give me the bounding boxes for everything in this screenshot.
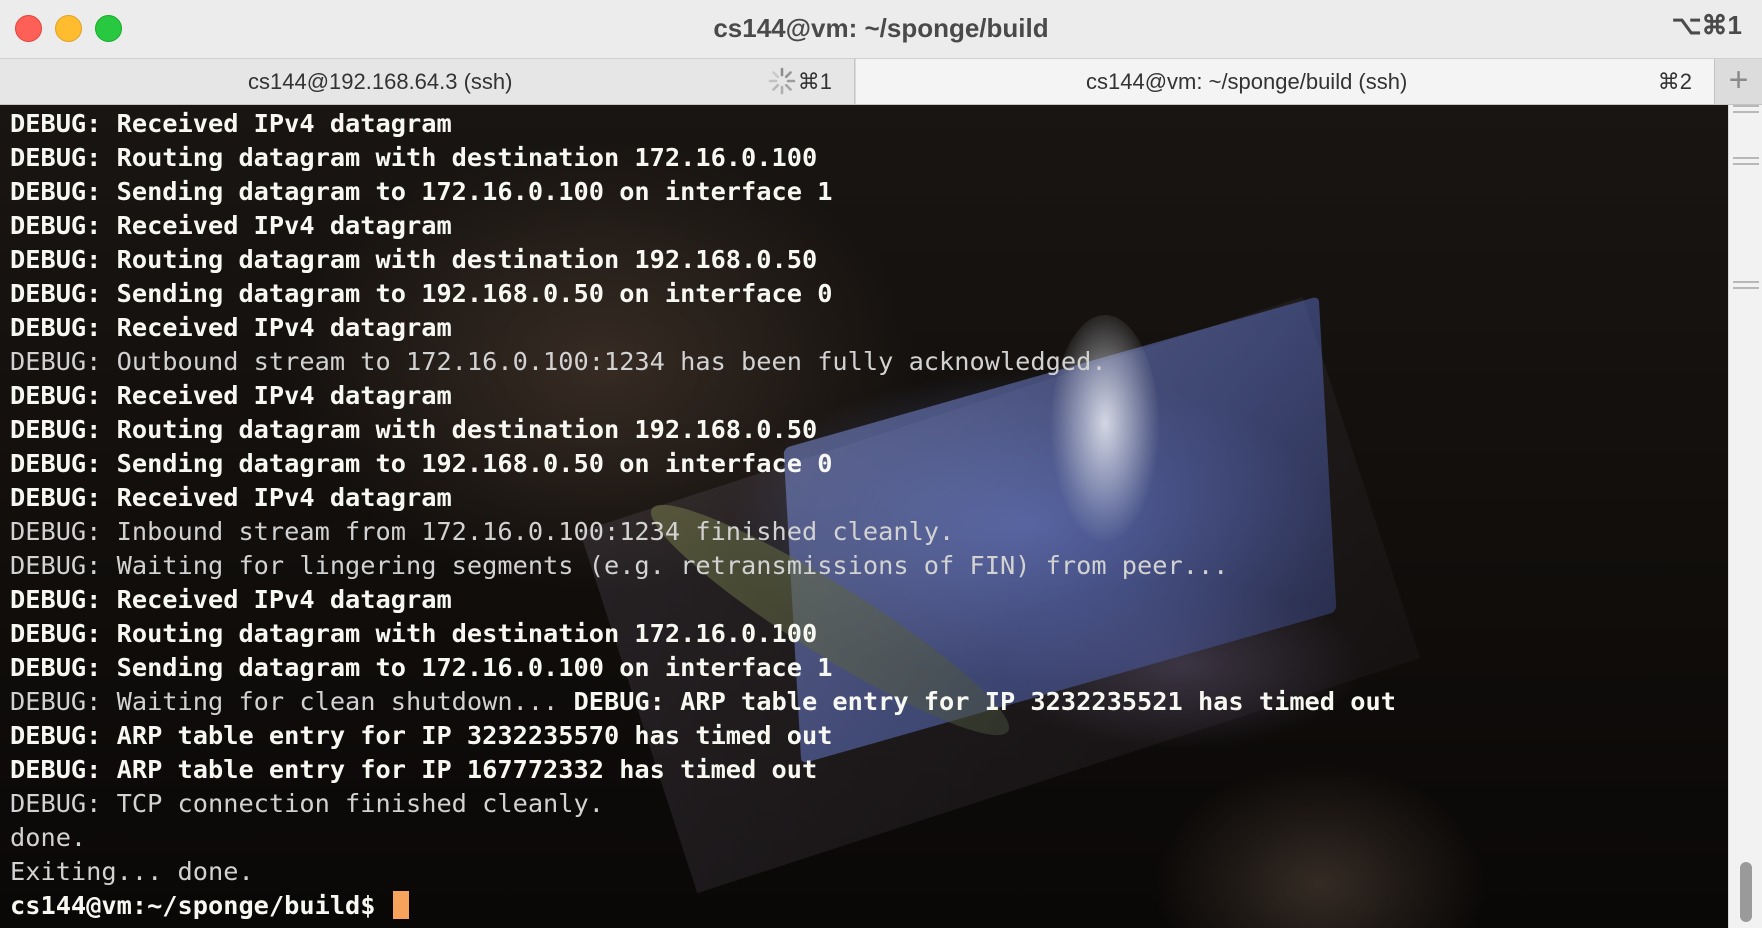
shell-prompt: cs144@vm:~/sponge/build$ <box>10 891 391 920</box>
terminal-line-text: DEBUG: Received IPv4 datagram <box>10 585 452 614</box>
terminal-line-text: DEBUG: Waiting for lingering segments (e… <box>10 551 1229 580</box>
terminal-line: DEBUG: Waiting for lingering segments (e… <box>10 549 1396 583</box>
loading-spinner-icon <box>768 67 796 95</box>
terminal-line-text: DEBUG: Received IPv4 datagram <box>10 211 452 240</box>
terminal-line: done. <box>10 821 1396 855</box>
tab-bar: cs144@192.168.64.3 (ssh) ⌘1 cs144@vm: ~/… <box>0 59 1762 105</box>
terminal-line: DEBUG: Routing datagram with destination… <box>10 617 1396 651</box>
terminal-line: DEBUG: Routing datagram with destination… <box>10 141 1396 175</box>
tab-shortcut: ⌘2 <box>1657 69 1692 94</box>
terminal-line-text: DEBUG: Routing datagram with destination… <box>10 415 818 444</box>
terminal-line: DEBUG: Routing datagram with destination… <box>10 413 1396 447</box>
terminal-line-text: DEBUG: TCP connection finished cleanly. <box>10 789 604 818</box>
terminal-line-text: DEBUG: ARP table entry for IP 167772332 … <box>10 755 818 784</box>
window-title: cs144@vm: ~/sponge/build <box>713 13 1049 43</box>
terminal-line-text: DEBUG: Received IPv4 datagram <box>10 381 452 410</box>
scrollbar[interactable] <box>1728 105 1762 928</box>
terminal-line: DEBUG: Sending datagram to 192.168.0.50 … <box>10 447 1396 481</box>
terminal-line: DEBUG: Outbound stream to 172.16.0.100:1… <box>10 345 1396 379</box>
new-tab-button[interactable]: + <box>1714 59 1762 104</box>
terminal-line-text: DEBUG: Received IPv4 datagram <box>10 109 452 138</box>
terminal-line-text: DEBUG: Sending datagram to 172.16.0.100 … <box>10 653 833 682</box>
scroll-mark <box>1733 157 1759 159</box>
terminal-line-text: DEBUG: Received IPv4 datagram <box>10 313 452 342</box>
terminal-line-text: DEBUG: Sending datagram to 172.16.0.100 … <box>10 177 833 206</box>
scroll-mark <box>1733 281 1759 283</box>
terminal-line-text: DEBUG: Sending datagram to 192.168.0.50 … <box>10 449 833 478</box>
title-bar: cs144@vm: ~/sponge/build ⌥⌘1 <box>0 0 1762 59</box>
terminal-line: DEBUG: TCP connection finished cleanly. <box>10 787 1396 821</box>
scroll-mark <box>1733 163 1759 165</box>
terminal-line: DEBUG: ARP table entry for IP 167772332 … <box>10 753 1396 787</box>
terminal-line: DEBUG: Routing datagram with destination… <box>10 243 1396 277</box>
terminal-line: DEBUG: Waiting for clean shutdown... DEB… <box>10 685 1396 719</box>
shell-prompt-line[interactable]: cs144@vm:~/sponge/build$ <box>10 889 1396 923</box>
terminal-line: DEBUG: Sending datagram to 192.168.0.50 … <box>10 277 1396 311</box>
terminal-line-text: DEBUG: Routing datagram with destination… <box>10 143 818 172</box>
scroll-thumb[interactable] <box>1740 862 1752 922</box>
terminal-line: DEBUG: Sending datagram to 172.16.0.100 … <box>10 175 1396 209</box>
terminal-line: DEBUG: Received IPv4 datagram <box>10 481 1396 515</box>
terminal-line-text: done. <box>10 823 87 852</box>
terminal-line: DEBUG: ARP table entry for IP 3232235570… <box>10 719 1396 753</box>
terminal-line-text: DEBUG: Outbound stream to 172.16.0.100:1… <box>10 347 1107 376</box>
tab-label: cs144@192.168.64.3 (ssh) <box>248 69 513 94</box>
scroll-mark <box>1733 287 1759 289</box>
terminal-line: DEBUG: Sending datagram to 172.16.0.100 … <box>10 651 1396 685</box>
terminal-output[interactable]: DEBUG: Received IPv4 datagram DEBUG: Rout… <box>0 105 1728 928</box>
terminal-line-text: Exiting... done. <box>10 857 254 886</box>
terminal-line: Exiting... done. <box>10 855 1396 889</box>
scroll-mark <box>1733 105 1759 107</box>
terminal-line-text: DEBUG: Sending datagram to 192.168.0.50 … <box>10 279 833 308</box>
terminal-line-text: DEBUG: Received IPv4 datagram <box>10 483 452 512</box>
scroll-mark <box>1733 111 1759 113</box>
terminal-line-text: DEBUG: Inbound stream from 172.16.0.100:… <box>10 517 955 546</box>
terminal-line: DEBUG: Received IPv4 datagram <box>10 107 1396 141</box>
terminal-line-text: DEBUG: Routing datagram with destination… <box>10 245 818 274</box>
terminal-line: DEBUG: Received IPv4 datagram <box>10 209 1396 243</box>
terminal-line: DEBUG: Inbound stream from 172.16.0.100:… <box>10 515 1396 549</box>
terminal-line-text: DEBUG: ARP table entry for IP 3232235521… <box>573 687 1396 716</box>
terminal-line-text: DEBUG: Routing datagram with destination… <box>10 619 818 648</box>
window-shortcut: ⌥⌘1 <box>1671 10 1742 40</box>
terminal-line: DEBUG: Received IPv4 datagram <box>10 583 1396 617</box>
terminal-line-text: DEBUG: Waiting for clean shutdown... <box>10 687 574 716</box>
text-cursor <box>392 891 409 919</box>
terminal-lines: DEBUG: Received IPv4 datagram DEBUG: Rout… <box>10 107 1396 923</box>
terminal-line: DEBUG: Received IPv4 datagram <box>10 379 1396 413</box>
tab-shortcut: ⌘1 <box>797 69 832 94</box>
terminal-line-text: DEBUG: ARP table entry for IP 3232235570… <box>10 721 833 750</box>
terminal-window: cs144@vm: ~/sponge/build ⌥⌘1 cs144@192.1… <box>0 0 1762 928</box>
tab-vm-sponge-build[interactable]: cs144@vm: ~/sponge/build (ssh) ⌘2 <box>856 59 1714 104</box>
tab-label: cs144@vm: ~/sponge/build (ssh) <box>1086 69 1408 94</box>
tab-ssh-192[interactable]: cs144@192.168.64.3 (ssh) ⌘1 <box>0 59 855 104</box>
terminal-line: DEBUG: Received IPv4 datagram <box>10 311 1396 345</box>
